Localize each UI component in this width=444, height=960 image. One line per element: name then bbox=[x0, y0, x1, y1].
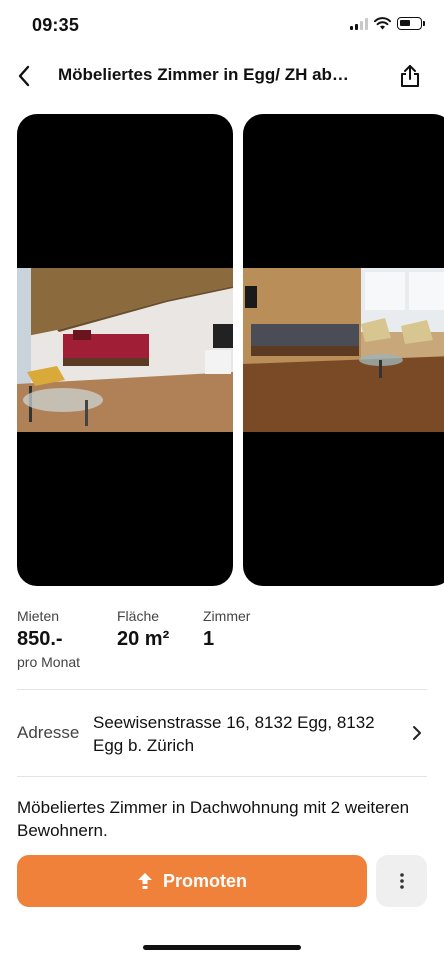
listing-facts: Mieten 850.- pro Monat Fläche 20 m² Zimm… bbox=[17, 608, 427, 672]
cellular-signal-icon bbox=[350, 17, 368, 30]
area-fact: Fläche 20 m² bbox=[117, 608, 169, 651]
room-photo-1-image bbox=[17, 268, 233, 432]
rent-period: pro Monat bbox=[17, 654, 81, 670]
chevron-left-icon bbox=[18, 65, 30, 87]
promote-label: Promoten bbox=[162, 870, 247, 891]
address-value: Seewisenstrasse 16, 8132 Egg, 8132 Egg b… bbox=[93, 713, 375, 755]
page-title: Möbeliertes Zimmer in Egg/ ZH ab… bbox=[58, 65, 349, 84]
boost-arrow-icon bbox=[137, 873, 152, 889]
status-bar: 09:35 bbox=[0, 0, 444, 52]
status-icons bbox=[350, 17, 425, 30]
listing-description: Möbeliertes Zimmer in Dachwohnung mit 2 … bbox=[17, 798, 410, 840]
nav-bar: Möbeliertes Zimmer in Egg/ ZH ab… bbox=[0, 52, 444, 100]
rooms-label: Zimmer bbox=[203, 608, 251, 624]
chevron-right-icon bbox=[413, 726, 421, 740]
rent-label: Mieten bbox=[17, 608, 60, 624]
room-photo-2-image bbox=[243, 268, 444, 432]
promote-button[interactable]: Promoten bbox=[17, 855, 367, 907]
rent-fact: Mieten 850.- pro Monat bbox=[17, 608, 80, 670]
home-indicator[interactable] bbox=[143, 945, 301, 950]
photo-gallery[interactable] bbox=[17, 114, 444, 586]
address-row[interactable]: Adresse Seewisenstrasse 16, 8132 Egg, 81… bbox=[17, 690, 427, 776]
wifi-icon bbox=[374, 17, 391, 30]
area-label: Fläche bbox=[117, 608, 160, 624]
room-photo-1[interactable] bbox=[17, 114, 233, 586]
room-photo-2[interactable] bbox=[243, 114, 444, 586]
rooms-value: 1 bbox=[203, 628, 215, 650]
more-options-button[interactable] bbox=[376, 855, 427, 907]
address-label: Adresse bbox=[17, 723, 80, 742]
area-value: 20 m² bbox=[117, 628, 170, 650]
rooms-fact: Zimmer 1 bbox=[203, 608, 250, 651]
more-vertical-icon bbox=[399, 873, 404, 889]
share-button[interactable] bbox=[394, 60, 426, 92]
divider bbox=[17, 776, 427, 777]
share-icon bbox=[401, 65, 419, 87]
rent-value: 850.- bbox=[17, 628, 63, 650]
battery-icon bbox=[397, 17, 425, 30]
back-button[interactable] bbox=[8, 60, 40, 92]
status-time: 09:35 bbox=[32, 15, 80, 35]
